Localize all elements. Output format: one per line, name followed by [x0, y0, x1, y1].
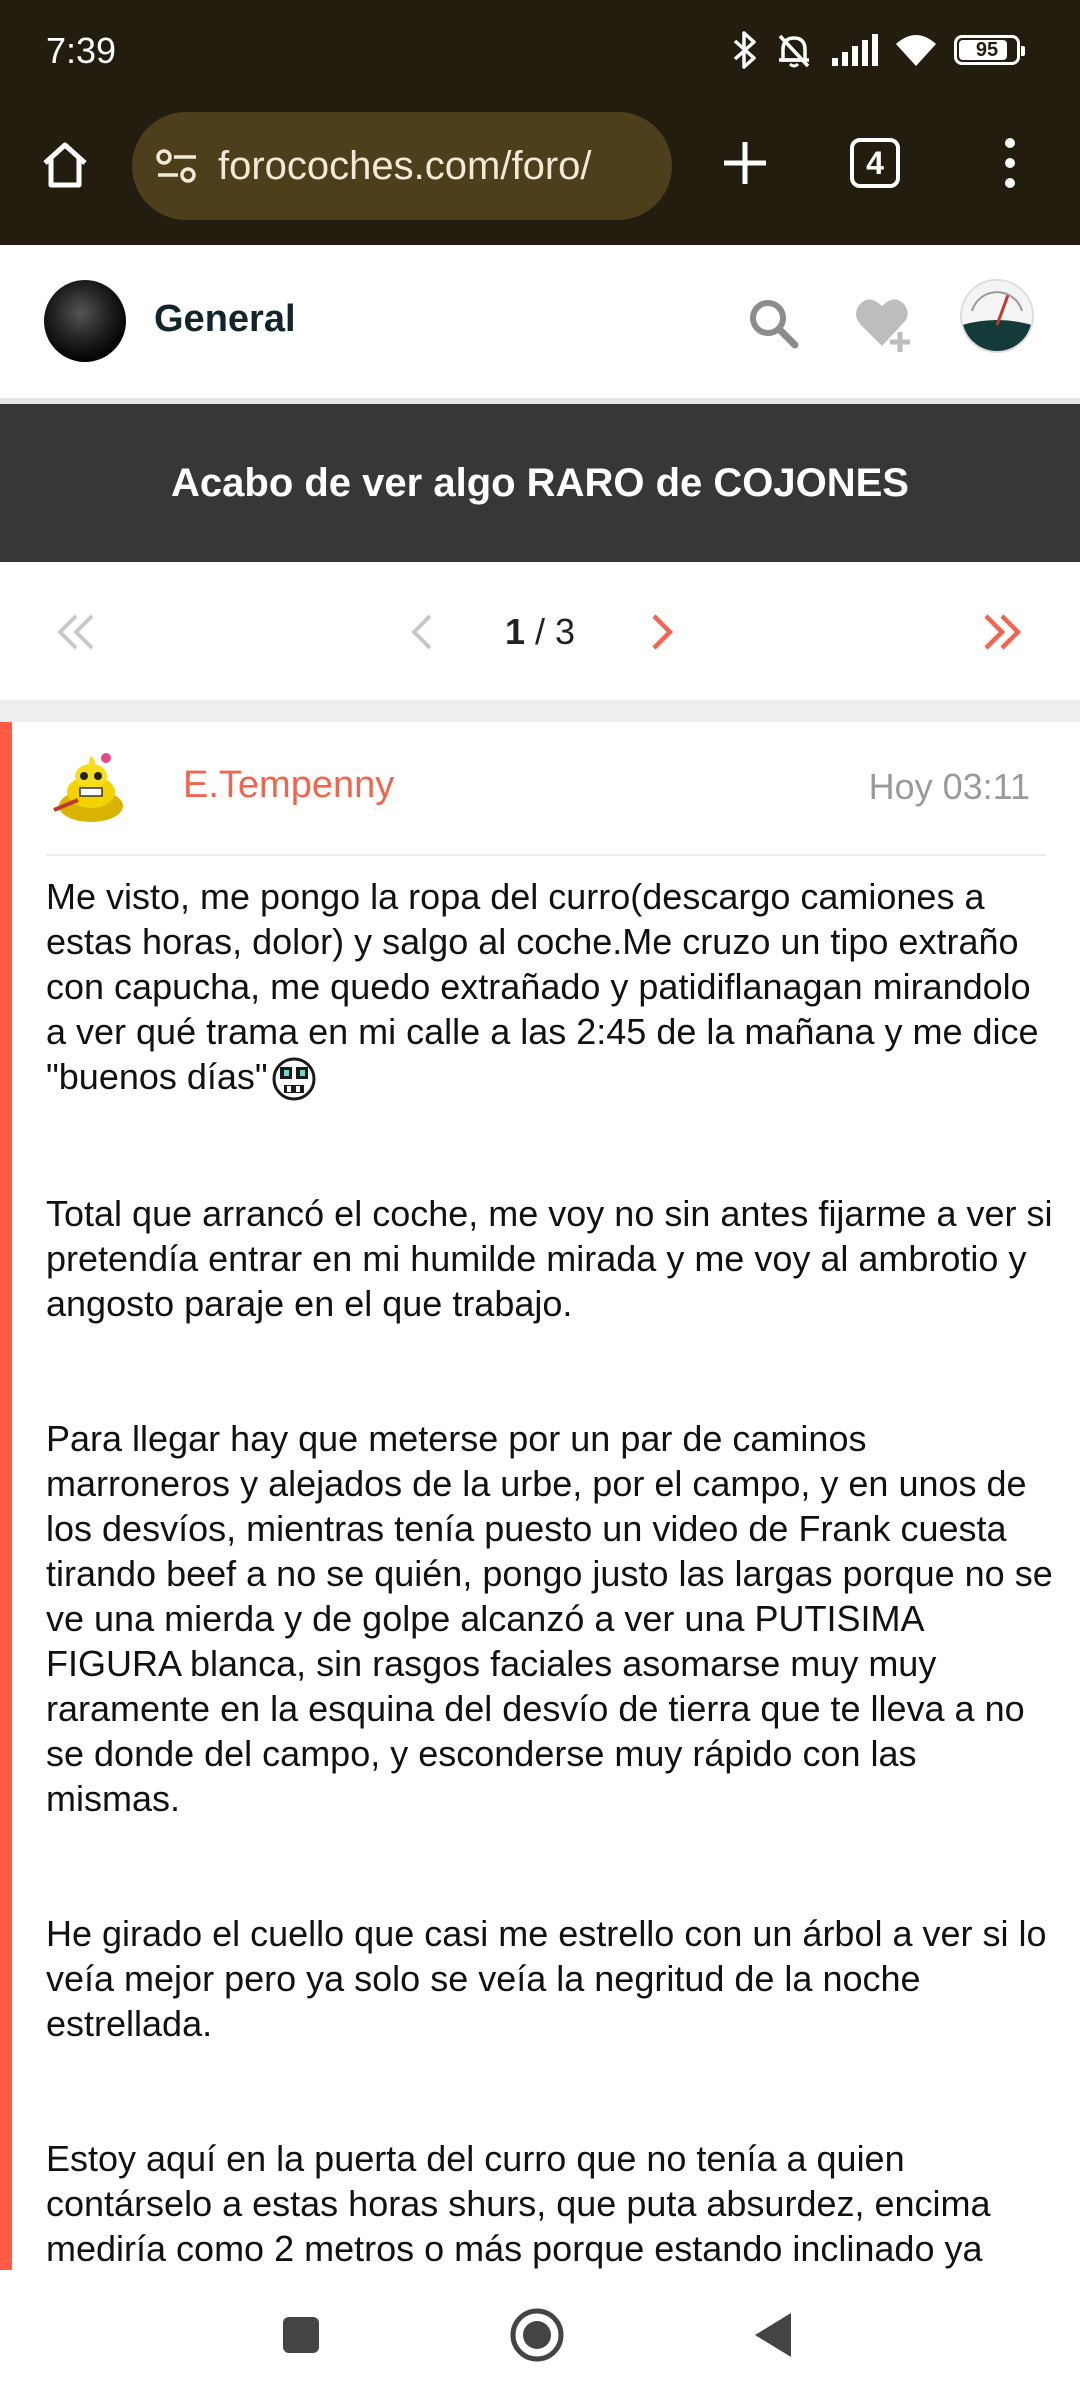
site-header: General — [0, 245, 1080, 400]
new-tab-button[interactable] — [710, 128, 780, 198]
post-paragraph: Me visto, me pongo la ropa del curro(des… — [46, 874, 1056, 1101]
battery-icon: 95 — [954, 35, 1025, 65]
post-divider — [46, 854, 1046, 856]
circle-icon — [510, 2308, 564, 2362]
chevron-right-icon — [652, 614, 674, 650]
search-icon — [750, 300, 799, 349]
url-text[interactable]: forocoches.com/foro/ — [218, 144, 592, 189]
author-avatar[interactable] — [48, 744, 134, 830]
page-separator: / — [524, 611, 555, 652]
status-icons: 95 — [732, 28, 1025, 72]
post-author[interactable]: E.Tempenny — [183, 764, 394, 807]
home-icon — [43, 142, 87, 188]
post-paragraph: He girado el cuello que casi me estrello… — [46, 1913, 1047, 2045]
status-time: 7:39 — [46, 30, 117, 71]
first-page-button[interactable] — [46, 602, 106, 662]
smiley-icon — [272, 1057, 316, 1101]
section-title[interactable]: General — [154, 298, 296, 341]
post-paragraph: Estoy aquí en la puerta del curro que no… — [46, 2138, 991, 2270]
recents-button[interactable] — [268, 2302, 334, 2368]
thread-title-bar: Acabo de ver algo RARO de COJONES — [0, 404, 1080, 562]
current-page: 1 — [504, 611, 525, 652]
browser-chrome: 7:39 95 forocoches.com/foro/ 4 — [0, 0, 1080, 245]
bluetooth-icon — [733, 31, 756, 69]
search-button[interactable] — [745, 295, 801, 351]
post-paragraph-text: Me visto, me pongo la ropa del curro(des… — [46, 876, 1039, 1097]
previous-page-button[interactable] — [392, 602, 452, 662]
site-logo[interactable] — [44, 280, 126, 362]
post-time: Hoy 03:11 — [868, 766, 1030, 807]
square-icon — [283, 2317, 319, 2353]
post-paragraph: Para llegar hay que meterse por un par d… — [46, 1418, 1053, 1820]
post: E.Tempenny Hoy 03:11 Me visto, me pongo … — [0, 722, 1080, 2270]
pagination: 1 / 3 — [0, 562, 1080, 700]
double-chevron-right-icon — [984, 614, 1022, 650]
page-indicator[interactable]: 1 / 3 — [480, 602, 600, 662]
site-settings-icon[interactable] — [154, 146, 200, 186]
home-button[interactable] — [30, 130, 100, 200]
home-nav-button[interactable] — [504, 2302, 570, 2368]
system-nav-bar — [0, 2270, 1080, 2400]
bell-off-icon — [778, 34, 810, 68]
double-chevron-left-icon — [57, 614, 94, 650]
total-pages: 3 — [555, 611, 576, 652]
wifi-icon — [896, 35, 936, 66]
next-page-button[interactable] — [632, 602, 692, 662]
last-page-button[interactable] — [972, 602, 1032, 662]
thread-title: Acabo de ver algo RARO de COJONES — [171, 460, 909, 505]
chevron-left-icon — [411, 614, 432, 650]
post-paragraph: Total que arrancó el coche, me voy no si… — [46, 1193, 1053, 1325]
browser-menu-button[interactable] — [990, 128, 1030, 198]
back-button[interactable] — [740, 2302, 806, 2368]
url-bar[interactable]: forocoches.com/foro/ — [132, 112, 672, 220]
post-accent-bar — [0, 722, 12, 2270]
plus-icon — [724, 142, 766, 184]
favorite-button[interactable] — [852, 290, 920, 358]
tab-switcher-button[interactable]: 4 — [850, 138, 900, 188]
battery-level: 95 — [975, 38, 999, 61]
triangle-back-icon — [755, 2313, 791, 2357]
post-body: Me visto, me pongo la ropa del curro(des… — [46, 874, 1056, 2270]
section-separator — [0, 700, 1080, 722]
heart-plus-icon — [856, 299, 910, 352]
signal-icon — [832, 34, 878, 66]
user-avatar[interactable] — [960, 279, 1034, 353]
